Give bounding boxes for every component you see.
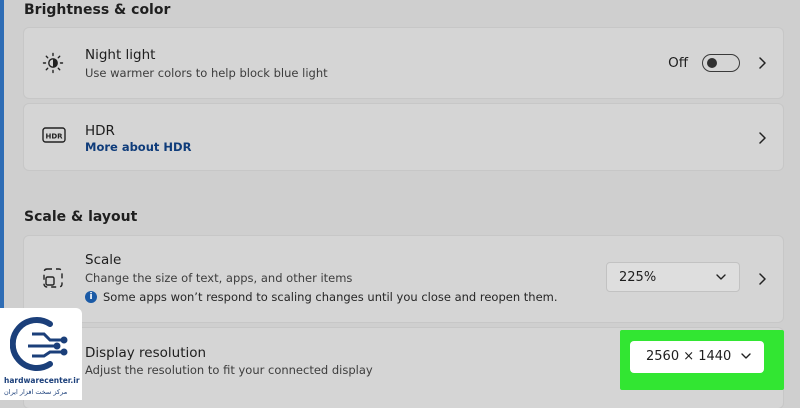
toggle-knob (707, 58, 717, 68)
chevron-down-icon (741, 353, 751, 359)
scale-dropdown-value: 225% (619, 270, 657, 285)
resolution-dropdown-value: 2560 × 1440 (646, 349, 732, 364)
circuit-logo-icon (10, 317, 68, 371)
chevron-right-icon[interactable] (757, 131, 767, 145)
scale-subtitle: Change the size of text, apps, and other… (85, 271, 353, 285)
scale-card[interactable]: Scale Change the size of text, apps, and… (24, 236, 783, 322)
night-light-card[interactable]: Night light Use warmer colors to help bl… (24, 28, 783, 98)
section-title-brightness: Brightness & color (24, 2, 171, 18)
more-about-hdr-link[interactable]: More about HDR (85, 140, 191, 154)
chevron-right-icon[interactable] (757, 272, 767, 286)
night-light-title: Night light (85, 47, 156, 63)
resolution-highlight: 2560 × 1440 (620, 330, 784, 390)
info-icon: i (85, 291, 97, 303)
hardwarecenter-logo: hardwarecenter.ir مرکز سخت افزار ایران (0, 308, 82, 400)
night-light-toggle-state: Off (668, 55, 688, 71)
resolution-dropdown[interactable]: 2560 × 1440 (630, 341, 764, 373)
chevron-down-icon (716, 274, 726, 280)
section-title-scale-layout: Scale & layout (24, 209, 138, 225)
scale-dropdown[interactable]: 225% (606, 262, 740, 292)
night-light-toggle[interactable] (702, 54, 740, 72)
hdr-title: HDR (85, 123, 115, 139)
scale-title: Scale (85, 252, 122, 268)
svg-text:HDR: HDR (45, 132, 63, 140)
logo-brand-fa-text: مرکز سخت افزار ایران (4, 388, 68, 396)
display-resolution-subtitle: Adjust the resolution to fit your connec… (85, 363, 373, 377)
hdr-icon: HDR (42, 127, 66, 143)
display-resolution-title: Display resolution (85, 345, 207, 361)
brightness-sun-icon (42, 52, 64, 74)
hdr-card[interactable]: HDR HDR More about HDR (24, 104, 783, 170)
night-light-subtitle: Use warmer colors to help block blue lig… (85, 66, 328, 80)
logo-brand-text: hardwarecenter.ir (4, 376, 80, 385)
scale-info-text: Some apps won’t respond to scaling chang… (103, 290, 558, 304)
scale-icon (43, 268, 63, 288)
chevron-right-icon[interactable] (757, 56, 767, 70)
